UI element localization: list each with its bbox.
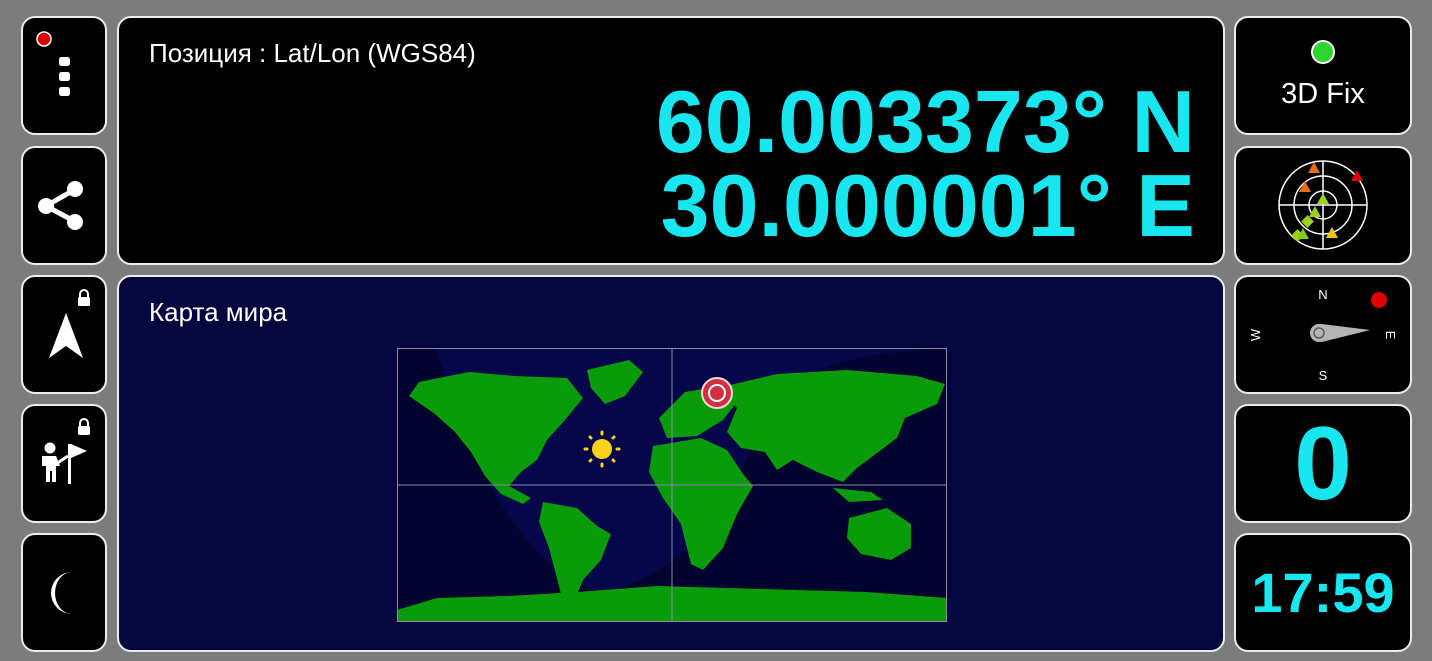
compass-needle bbox=[1310, 324, 1370, 342]
menu-button[interactable] bbox=[21, 16, 107, 135]
compass-west-label: W bbox=[1248, 328, 1263, 341]
satellite-marker bbox=[1317, 193, 1329, 204]
share-button[interactable] bbox=[21, 146, 107, 265]
compass-north-label: N bbox=[1318, 287, 1327, 302]
latitude-value: 60.003373° N bbox=[655, 72, 1195, 171]
satellite-sky-view[interactable] bbox=[1234, 146, 1412, 265]
person-flag-icon bbox=[42, 418, 90, 484]
lock-icon bbox=[78, 289, 90, 306]
world-map[interactable] bbox=[397, 348, 947, 622]
speed-display[interactable]: 0 bbox=[1234, 404, 1412, 523]
compass-south-label: S bbox=[1319, 368, 1328, 383]
share-icon bbox=[38, 181, 83, 230]
compass-status-dot bbox=[1371, 292, 1387, 308]
navigation-button[interactable] bbox=[21, 275, 107, 394]
location-marker-icon bbox=[701, 377, 733, 409]
fix-label: 3D Fix bbox=[1281, 78, 1365, 110]
satellite-marker bbox=[1326, 227, 1338, 238]
compass-east-label: E bbox=[1383, 331, 1398, 340]
compass-icon: N S E W bbox=[1248, 287, 1398, 383]
night-mode-button[interactable] bbox=[21, 533, 107, 652]
longitude-value: 30.000001° E bbox=[660, 156, 1195, 255]
clock-time: 17:59 bbox=[1251, 561, 1395, 624]
clock-display[interactable]: 17:59 bbox=[1234, 533, 1412, 652]
map-title: Карта мира bbox=[149, 297, 288, 327]
menu-status-dot bbox=[36, 31, 52, 47]
speed-value: 0 bbox=[1294, 406, 1352, 522]
moon-icon bbox=[50, 572, 72, 614]
follow-me-button[interactable] bbox=[21, 404, 107, 523]
position-panel: Позиция : Lat/Lon (WGS84) 60.003373° N 3… bbox=[117, 16, 1225, 265]
navigation-arrow-icon bbox=[49, 289, 90, 358]
lock-icon bbox=[78, 418, 90, 435]
vertical-dots-icon bbox=[36, 31, 70, 96]
world-map-panel[interactable]: Карта мира bbox=[117, 275, 1225, 652]
gps-fix-status[interactable]: 3D Fix bbox=[1234, 16, 1412, 135]
position-title: Позиция : Lat/Lon (WGS84) bbox=[149, 38, 476, 68]
sky-plot-icon bbox=[1278, 160, 1368, 250]
compass[interactable]: N S E W bbox=[1234, 275, 1412, 394]
fix-indicator-dot bbox=[1311, 40, 1335, 64]
